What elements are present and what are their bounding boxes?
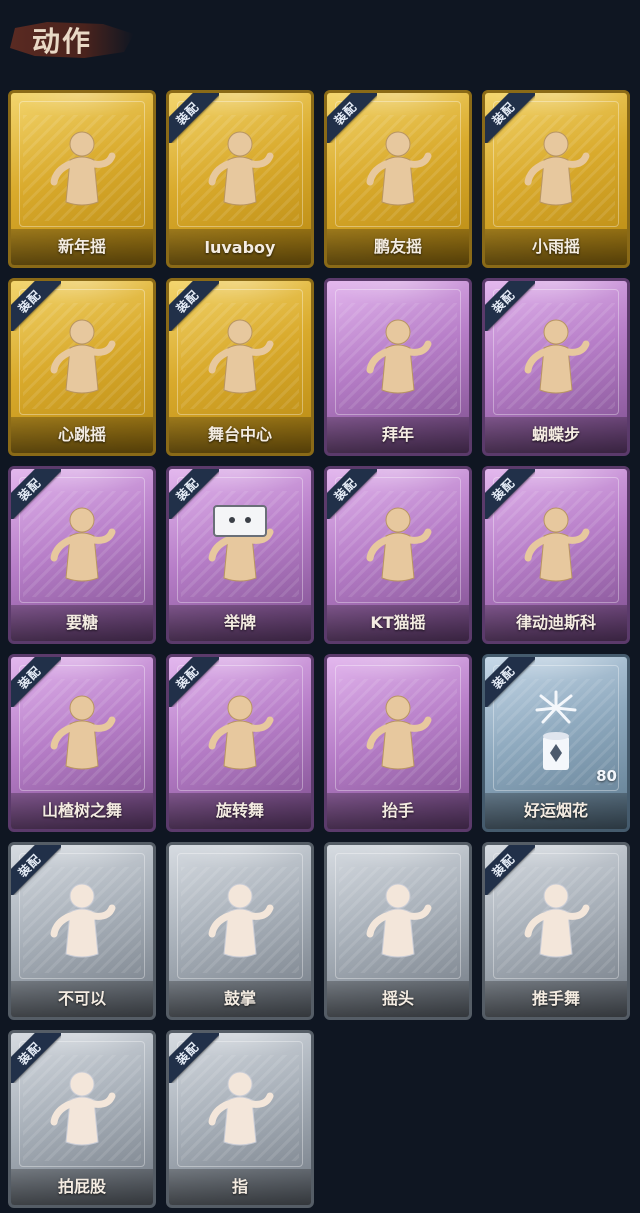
dance-pose-icon — [169, 119, 311, 215]
emote-card[interactable]: 要糖 装配 — [8, 466, 156, 644]
point-dance-icon — [327, 119, 469, 215]
emote-card[interactable]: 山楂树之舞 装配 — [8, 654, 156, 832]
emote-name: 好运烟花 — [523, 801, 588, 820]
music-dance-icon — [485, 119, 627, 215]
emote-name: 摇头 — [381, 989, 414, 1008]
emote-name: 鹏友摇 — [373, 237, 422, 256]
heartbeat-dance-icon — [11, 307, 153, 403]
emote-name: 不可以 — [57, 989, 106, 1008]
emote-card[interactable]: 推手舞 装配 — [482, 842, 630, 1020]
emote-card[interactable]: 鹏友摇 装配 — [324, 90, 472, 268]
emote-name: 山楂树之舞 — [41, 801, 122, 820]
emote-name: 心跳摇 — [57, 425, 106, 444]
emote-card[interactable]: 不可以 装配 — [8, 842, 156, 1020]
emote-card[interactable]: 蝴蝶步 装配 — [482, 278, 630, 456]
emote-name: 抬手 — [381, 801, 414, 820]
emote-name: 推手舞 — [531, 989, 580, 1008]
cat-dance-icon — [327, 495, 469, 591]
emote-card[interactable]: 抬手 — [324, 654, 472, 832]
clap-icon — [169, 871, 311, 967]
disco-icon — [485, 495, 627, 591]
emote-name: 律动迪斯科 — [515, 613, 596, 632]
emote-name: 举牌 — [223, 613, 256, 632]
emote-grid: 新年摇 luvaboy 装配 鹏友摇 装配 小雨摇 装配 心跳摇 装配 舞台中心 装配 — [0, 90, 640, 1213]
emote-name: 新年摇 — [57, 237, 106, 256]
emote-card[interactable]: 新年摇 — [8, 90, 156, 268]
section-title: 动作 — [32, 25, 93, 58]
emote-card[interactable]: 鼓掌 — [166, 842, 314, 1020]
butterfly-step-icon — [485, 307, 627, 403]
section-header: 动作 — [10, 14, 134, 64]
shake-head-icon — [327, 871, 469, 967]
stage-center-icon — [169, 307, 311, 403]
emote-card[interactable]: 旋转舞 装配 — [166, 654, 314, 832]
emote-card[interactable]: 舞台中心 装配 — [166, 278, 314, 456]
emote-card[interactable]: luvaboy 装配 — [166, 90, 314, 268]
butt-slap-icon — [11, 1059, 153, 1155]
hawthorn-dance-icon — [11, 683, 153, 779]
emote-card[interactable]: 80 好运烟花 装配 — [482, 654, 630, 832]
raise-hand-icon — [327, 683, 469, 779]
spin-dance-icon — [169, 683, 311, 779]
emote-card[interactable]: 律动迪斯科 装配 — [482, 466, 630, 644]
emote-card[interactable]: 拍屁股 装配 — [8, 1030, 156, 1208]
emote-name: KT猫摇 — [370, 613, 426, 632]
ask-candy-icon — [11, 495, 153, 591]
emote-card[interactable]: 举牌 装配 — [166, 466, 314, 644]
emote-name: 舞台中心 — [207, 425, 272, 444]
emote-name: 指 — [231, 1177, 248, 1196]
emote-name: 旋转舞 — [215, 801, 264, 820]
emote-name: 拜年 — [381, 425, 414, 444]
greeting-bow-icon — [327, 307, 469, 403]
emote-name: 蝴蝶步 — [531, 425, 580, 444]
emote-name: luvaboy — [204, 238, 276, 257]
point-finger-icon — [169, 1059, 311, 1155]
emote-name: 小雨摇 — [531, 237, 580, 256]
emote-name: 要糖 — [65, 613, 98, 632]
emote-card[interactable]: 小雨摇 装配 — [482, 90, 630, 268]
hold-sign-icon — [169, 495, 311, 591]
wave-hands-icon — [11, 119, 153, 215]
emote-name: 拍屁股 — [57, 1177, 106, 1196]
item-count: 80 — [596, 767, 617, 785]
emote-name: 鼓掌 — [223, 989, 256, 1008]
emote-card[interactable]: 拜年 — [324, 278, 472, 456]
push-hand-dance-icon — [485, 871, 627, 967]
emote-card[interactable]: 摇头 — [324, 842, 472, 1020]
emote-card[interactable]: KT猫摇 装配 — [324, 466, 472, 644]
finger-no-icon — [11, 871, 153, 967]
emote-card[interactable]: 心跳摇 装配 — [8, 278, 156, 456]
emote-card[interactable]: 指装配 — [166, 1030, 314, 1208]
firework-icon — [485, 683, 627, 779]
